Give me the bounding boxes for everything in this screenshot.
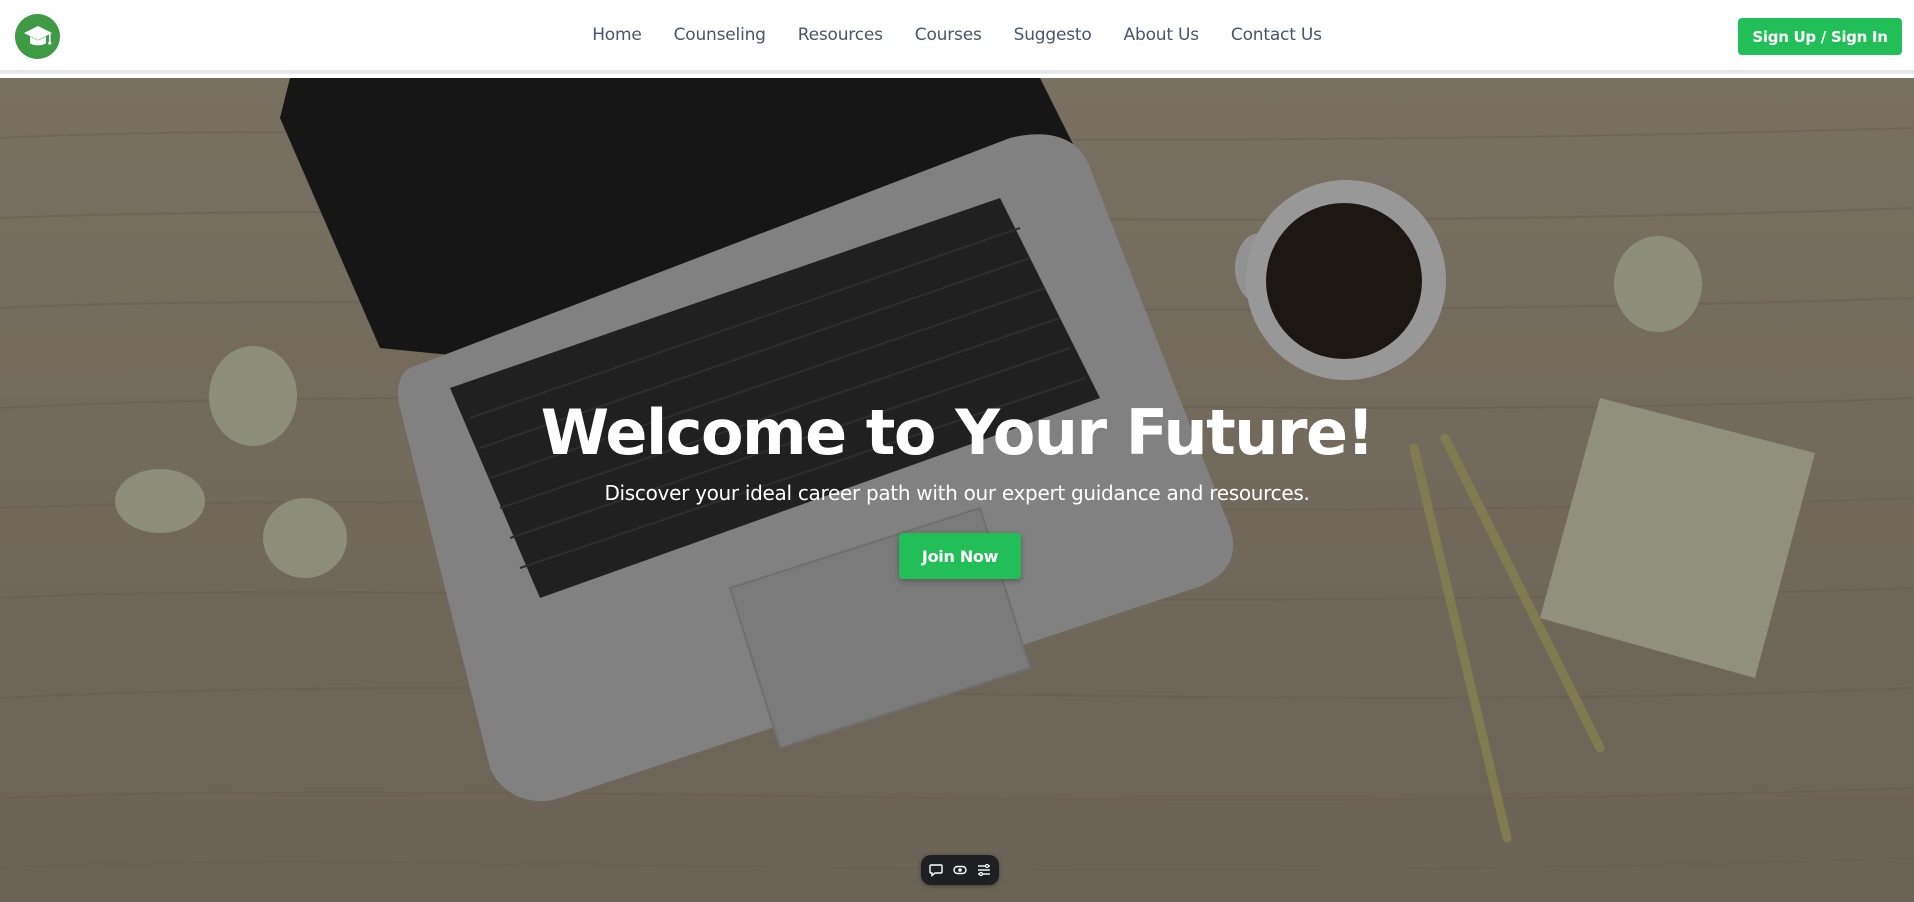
settings-sliders-icon[interactable] <box>976 862 992 878</box>
join-now-button[interactable]: Join Now <box>899 533 1021 579</box>
main-nav: Home Counseling Resources Courses Sugges… <box>0 0 1914 70</box>
nav-courses[interactable]: Courses <box>915 25 982 45</box>
nav-about-us[interactable]: About Us <box>1124 25 1200 45</box>
nav-counseling[interactable]: Counseling <box>674 25 766 45</box>
hero-section: Welcome to Your Future! Discover your id… <box>0 78 1914 902</box>
navbar: Home Counseling Resources Courses Sugges… <box>0 0 1914 74</box>
nav-suggesto[interactable]: Suggesto <box>1014 25 1092 45</box>
signin-button[interactable]: Sign Up / Sign In <box>1738 18 1902 55</box>
eye-icon[interactable] <box>952 862 968 878</box>
chat-icon[interactable] <box>928 862 944 878</box>
floating-toolbar <box>921 855 999 885</box>
nav-contact-us[interactable]: Contact Us <box>1231 25 1322 45</box>
hero-subtitle: Discover your ideal career path with our… <box>604 481 1310 505</box>
nav-home[interactable]: Home <box>592 25 642 45</box>
nav-resources[interactable]: Resources <box>798 25 883 45</box>
hero-title: Welcome to Your Future! <box>540 396 1375 469</box>
